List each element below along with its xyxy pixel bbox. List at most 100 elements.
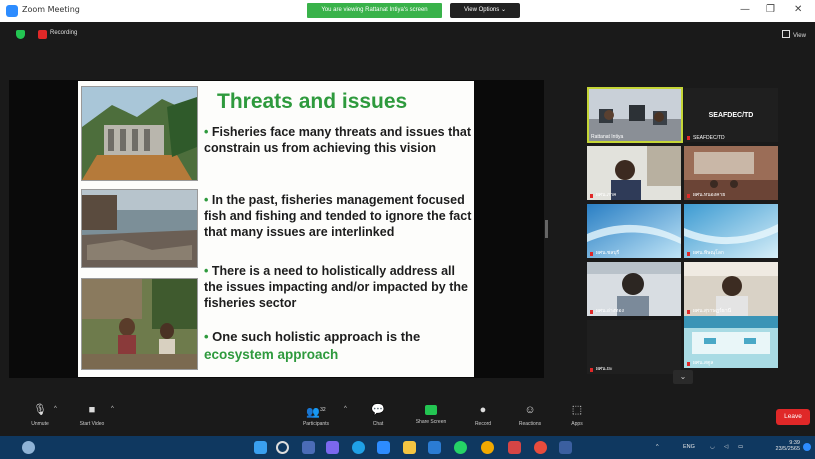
viewing-share-banner: You are viewing Rattanat Intiya's screen: [307, 3, 442, 18]
audio-options-caret[interactable]: ^: [54, 406, 57, 412]
bullet-text: Fisheries face many threats and issues t…: [204, 125, 471, 155]
dam-photo: [81, 86, 198, 181]
line-app-icon[interactable]: [454, 441, 467, 454]
participants-button[interactable]: 👥32 Participants: [294, 403, 338, 427]
bullet-text: One such holistic approach is the: [212, 329, 421, 344]
participant-name: ผศน.สตูล: [693, 360, 714, 366]
apps-label: Apps: [571, 421, 583, 427]
participant-name: ผศน.อ่างทอง: [596, 308, 624, 314]
start-video-label: Start Video: [79, 421, 105, 427]
participant-tile[interactable]: ผศน.ยะ: [587, 320, 681, 374]
polluted-shore-photo: [81, 189, 198, 268]
security-shield-icon[interactable]: [16, 30, 25, 39]
volume-icon[interactable]: ◁: [724, 444, 728, 450]
chat-icon: 💬: [371, 404, 385, 416]
fishing-family-photo: [81, 278, 198, 370]
tray-chevron-icon[interactable]: ^: [656, 444, 659, 450]
slide-title: Threats and issues: [217, 90, 408, 113]
participant-name: ผศน.หนองคาย: [693, 192, 726, 198]
participant-name: ผศน.ชลบุรี: [596, 250, 620, 256]
muted-mic-icon: [590, 194, 593, 198]
record-label: Record: [474, 421, 492, 427]
media-app-icon[interactable]: [534, 441, 547, 454]
participant-tile[interactable]: ผศน.ชลบุรี: [587, 204, 681, 258]
participant-tile[interactable]: ผศน.หนองคาย: [684, 146, 778, 200]
search-icon[interactable]: [276, 441, 289, 454]
apps-icon: ⬚: [571, 404, 583, 416]
participant-name: ผศน.พิษณุโลก: [693, 250, 724, 256]
participant-tile[interactable]: ผศน.พิษณุโลก: [684, 204, 778, 258]
language-indicator[interactable]: ENG: [683, 444, 695, 450]
slide-bullet: • There is a need to holistically addres…: [204, 264, 468, 310]
apps-button[interactable]: ⬚ Apps: [555, 403, 599, 427]
slide-bullet: • In the past, fisheries management focu…: [204, 193, 472, 239]
muted-mic-icon: [687, 194, 690, 198]
chat-button[interactable]: 💬 Chat: [356, 403, 400, 427]
close-button[interactable]: ✕: [794, 4, 802, 15]
participant-tile[interactable]: SEAFDEC/TD SEAFDEC/TD: [684, 88, 778, 142]
view-options-button[interactable]: View Options ⌄: [450, 3, 520, 18]
participants-label: Participants: [302, 421, 330, 427]
muted-mic-icon: [590, 310, 593, 314]
reactions-icon: ☺: [524, 404, 536, 416]
leave-button[interactable]: Leave: [776, 409, 810, 425]
participant-initials-label: SEAFDEC/TD: [708, 112, 754, 119]
participant-tile[interactable]: ผศน.อ่างทอง: [587, 262, 681, 316]
battery-icon[interactable]: ▭: [738, 444, 743, 450]
share-screen-icon: [425, 405, 437, 415]
participant-name: Rattanat Intiya: [591, 134, 624, 140]
bullet-text: In the past, fisheries management focuse…: [204, 193, 472, 239]
wifi-icon[interactable]: ◡: [710, 444, 715, 450]
record-button[interactable]: ● Record: [461, 403, 505, 427]
notification-icon[interactable]: [803, 443, 811, 451]
view-layout-button[interactable]: View: [782, 30, 806, 39]
participant-name: ผศน.ยะ: [596, 366, 613, 372]
participant-name: SEAFDEC/TD: [693, 135, 725, 141]
start-menu-icon[interactable]: [254, 441, 267, 454]
record-icon: ●: [479, 404, 487, 416]
slide-bullet: • One such holistic approach is the ecosy…: [204, 329, 421, 362]
edge-browser-icon[interactable]: [352, 441, 365, 454]
file-explorer-icon[interactable]: [403, 441, 416, 454]
mail-icon[interactable]: [428, 441, 441, 454]
teams-chat-icon[interactable]: [326, 441, 339, 454]
meeting-toolbar: [0, 400, 815, 436]
gallery-resize-handle[interactable]: [545, 220, 548, 238]
app-icon[interactable]: [508, 441, 521, 454]
participants-count: 32: [320, 407, 326, 413]
muted-mic-icon: [687, 310, 690, 314]
participant-tile-active-speaker[interactable]: Rattanat Intiya: [587, 87, 683, 143]
gallery-next-page-button[interactable]: ⌄: [673, 370, 693, 384]
weather-icon[interactable]: [22, 441, 35, 454]
clock[interactable]: 9:39 23/5/2565: [774, 440, 800, 452]
participant-tile[interactable]: ผศน.ภาค: [587, 146, 681, 200]
video-options-caret[interactable]: ^: [111, 406, 114, 412]
view-label: View: [793, 33, 806, 39]
muted-mic-icon: [590, 368, 593, 372]
reactions-label: Reactions: [518, 421, 542, 427]
chrome-icon[interactable]: [481, 441, 494, 454]
window-titlebar: Zoom Meeting You are viewing Rattanat In…: [0, 0, 815, 22]
zoom-logo-icon: [6, 5, 18, 17]
zoom-taskbar-icon[interactable]: [377, 441, 390, 454]
restore-button[interactable]: ❐: [766, 4, 775, 15]
muted-mic-icon: [687, 252, 690, 256]
start-video-button[interactable]: ■ Start Video: [70, 403, 114, 427]
chevron-down-icon: ⌄: [679, 372, 687, 381]
settings-app-icon[interactable]: [559, 441, 572, 454]
meeting-status-row: [0, 22, 815, 46]
recording-icon: [38, 30, 47, 39]
share-screen-label: Share Screen: [415, 419, 447, 425]
minimize-button[interactable]: —: [740, 4, 750, 15]
share-screen-button[interactable]: Share Screen: [409, 403, 453, 425]
muted-mic-icon: [590, 252, 593, 256]
recording-label: Recording: [50, 30, 78, 36]
muted-mic-icon: [687, 136, 690, 140]
reactions-button[interactable]: ☺ Reactions: [508, 403, 552, 427]
video-off-icon: ■: [88, 404, 96, 416]
participants-options-caret[interactable]: ^: [344, 406, 347, 412]
participant-tile[interactable]: ผศน.สตูล: [684, 316, 778, 368]
bullet-highlight: ecosystem approach: [204, 346, 339, 362]
participant-tile[interactable]: ผศน.สุราษฎร์ธานี: [684, 262, 778, 316]
task-view-icon[interactable]: [302, 441, 315, 454]
